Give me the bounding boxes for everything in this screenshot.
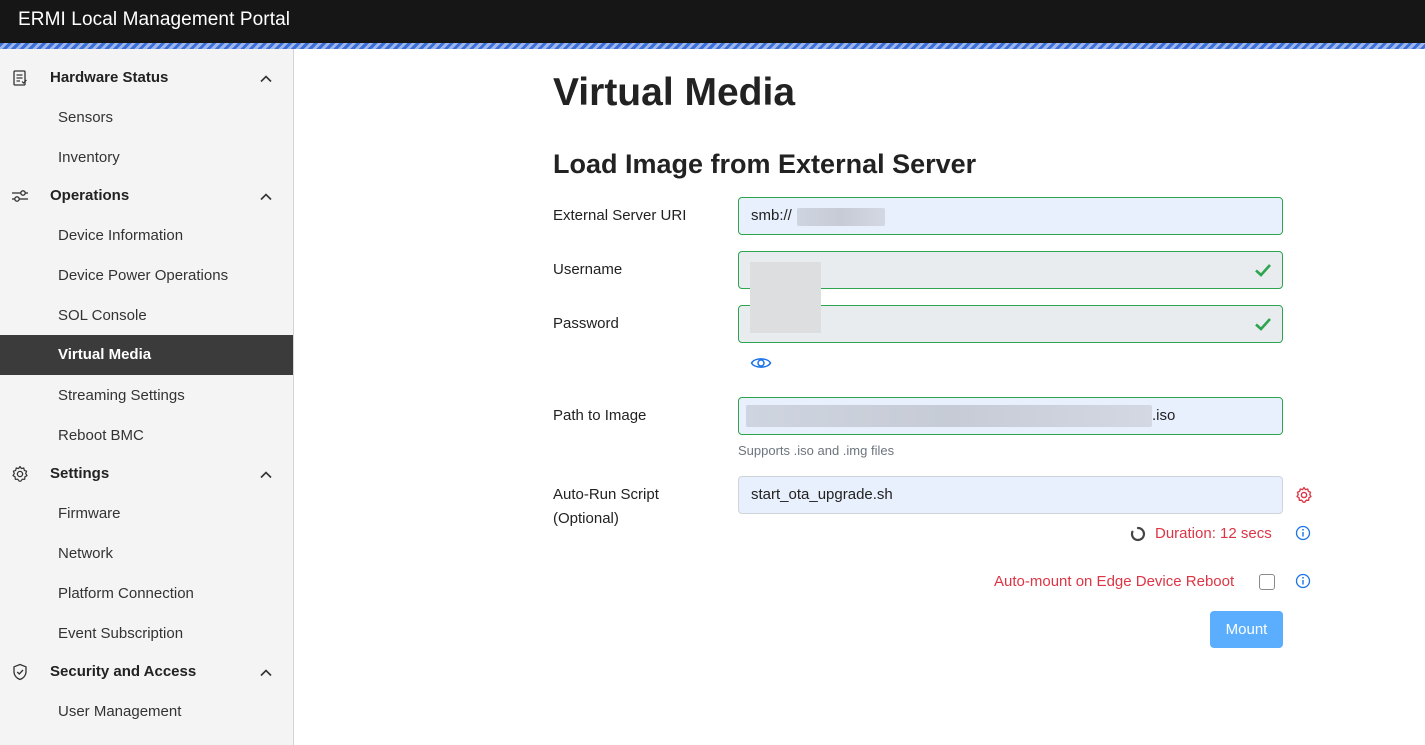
sidebar: Hardware Status Sensors Inventory Operat… [0,49,294,745]
path-suffix: .iso [1152,407,1176,424]
sidebar-item-label: Network [58,545,114,562]
sidebar-group-label: Settings [50,465,110,482]
script-value: start_ota_upgrade.sh [751,486,893,503]
sidebar-item-label: Sensors [58,109,114,126]
sidebar-item-user-management[interactable]: User Management [0,692,293,732]
sidebar-item-label: Platform Connection [58,585,194,602]
sliders-icon [12,190,28,202]
sidebar-item-label: Inventory [58,149,120,166]
duration-text: Duration: 12 secs [1155,525,1272,542]
app-title: ERMI Local Management Portal [18,9,291,30]
eye-icon[interactable] [750,355,772,371]
sidebar-item-event-subscription[interactable]: Event Subscription [0,614,293,654]
script-label-optional: (Optional) [553,510,619,527]
sidebar-item-inventory[interactable]: Inventory [0,138,293,178]
sidebar-group-label: Operations [50,187,130,204]
automount-checkbox[interactable] [1259,574,1275,590]
sidebar-item-platform-connection[interactable]: Platform Connection [0,574,293,614]
chevron-up-icon [260,193,272,201]
sidebar-group-label: Hardware Status [50,69,169,86]
sidebar-item-label: Virtual Media [58,346,152,363]
sidebar-group-security-and-access[interactable]: Security and Access [0,652,293,692]
check-icon [1255,318,1271,331]
gear-error-icon[interactable] [1295,486,1313,504]
check-icon [1255,264,1271,277]
sidebar-item-label: Event Subscription [58,625,184,642]
redacted-region [797,208,885,226]
main-content: Virtual Media Load Image from External S… [294,49,1425,745]
sidebar-item-device-power-operations[interactable]: Device Power Operations [0,256,293,296]
uri-input[interactable]: smb:// [738,197,1283,235]
script-input[interactable]: start_ota_upgrade.sh [738,476,1283,514]
sidebar-item-sol-console[interactable]: SOL Console [0,296,293,336]
chevron-up-icon [260,669,272,677]
sidebar-item-label: Firmware [58,505,121,522]
sidebar-group-settings[interactable]: Settings [0,454,293,494]
gear-icon [12,465,28,482]
path-label: Path to Image [553,407,647,424]
sidebar-item-label: User Management [58,703,182,720]
sidebar-item-streaming-settings[interactable]: Streaming Settings [0,376,293,416]
uri-label: External Server URI [553,207,687,224]
sidebar-item-firmware[interactable]: Firmware [0,494,293,534]
page-title: Virtual Media [553,71,796,114]
username-label: Username [553,261,623,278]
sidebar-group-label: Security and Access [50,663,197,680]
automount-label: Auto-mount on Edge Device Reboot [994,573,1235,590]
spinner-icon [1130,526,1146,542]
sidebar-group-hardware-status[interactable]: Hardware Status [0,58,293,98]
path-input[interactable]: .iso [738,397,1283,435]
sidebar-item-label: Streaming Settings [58,387,185,404]
path-hint: Supports .iso and .img files [738,443,895,458]
script-label: Auto-Run Script [553,486,659,503]
redacted-region [746,405,1152,427]
sidebar-item-network[interactable]: Network [0,534,293,574]
sidebar-item-label: Device Information [58,227,184,244]
top-bar: ERMI Local Management Portal [0,0,1425,43]
sidebar-item-sensors[interactable]: Sensors [0,98,293,138]
chevron-up-icon [260,75,272,83]
section-title: Load Image from External Server [553,149,977,179]
password-label: Password [553,315,619,332]
sidebar-item-label: SOL Console [58,307,147,324]
info-icon[interactable] [1295,573,1311,589]
info-icon[interactable] [1295,525,1311,541]
mount-button[interactable]: Mount [1210,611,1283,648]
sidebar-group-operations[interactable]: Operations [0,176,293,216]
redacted-region [750,262,821,333]
sidebar-item-reboot-bmc[interactable]: Reboot BMC [0,416,293,456]
sidebar-item-label: Reboot BMC [58,427,144,444]
shield-check-icon [13,663,27,681]
uri-value: smb:// [751,207,792,224]
sidebar-item-label: Device Power Operations [58,267,229,284]
chevron-up-icon [260,471,272,479]
clipboard-list-icon [13,70,27,86]
sidebar-item-virtual-media[interactable]: Virtual Media [0,335,293,375]
sidebar-item-device-information[interactable]: Device Information [0,216,293,256]
